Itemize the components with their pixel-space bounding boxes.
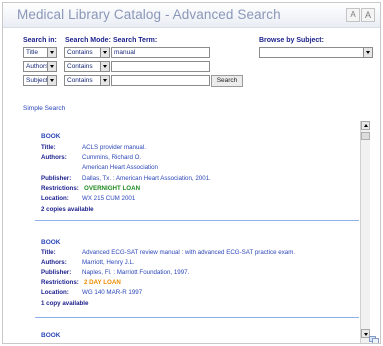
record-restriction: OVERNIGHT LOAN	[84, 185, 141, 192]
record-publisher: Dallas, Tx. : American Heart Association…	[82, 175, 211, 182]
increase-font-button[interactable]: A	[361, 8, 375, 22]
location-label: Location:	[41, 289, 69, 296]
record-divider	[35, 220, 359, 221]
search-mode-label: Search Mode:	[65, 37, 111, 44]
search-in-value-3: Subject	[26, 77, 48, 84]
search-term-input-1[interactable]: manual	[111, 47, 210, 58]
publisher-label: Publisher:	[41, 269, 72, 276]
record-author[interactable]: American Heart Association	[82, 164, 158, 171]
scrollbar-thumb[interactable]	[361, 132, 370, 140]
search-in-select-3[interactable]: Subject	[23, 75, 57, 86]
search-term-input-3[interactable]	[111, 75, 210, 86]
record-restriction: 2 DAY LOAN	[84, 279, 121, 286]
results-list: BOOK Title: ACLS provider manual. Authors…	[19, 120, 359, 343]
simple-search-link[interactable]: Simple Search	[23, 105, 65, 112]
title-label: Title:	[41, 144, 56, 151]
location-label: Location:	[41, 195, 69, 202]
record-author[interactable]: Marriott, Henry J.L.	[82, 259, 135, 266]
title-label: Title:	[41, 249, 56, 256]
search-mode-select-1[interactable]: Contains	[64, 47, 110, 58]
chevron-down-icon	[47, 76, 56, 85]
publisher-label: Publisher:	[41, 175, 72, 182]
chevron-down-icon	[100, 76, 109, 85]
record-type: BOOK	[41, 133, 61, 140]
search-mode-select-2[interactable]: Contains	[64, 61, 110, 72]
search-in-value-1: Title	[26, 49, 39, 56]
record-availability: 2 copies available	[41, 206, 94, 213]
search-in-value-2: Authors	[26, 63, 49, 70]
browse-subject-label: Browse by Subject:	[259, 37, 324, 44]
search-button[interactable]: Search	[211, 75, 243, 87]
record-location: WG 140 MAR-R 1997	[82, 289, 143, 296]
search-term-label: Search Term:	[113, 37, 158, 44]
catalog-window: Medical Library Catalog - Advanced Searc…	[2, 2, 381, 344]
record-title[interactable]: Advanced ECG-SAT review manual : with ad…	[82, 249, 295, 256]
decrease-font-button[interactable]: A	[346, 8, 360, 22]
search-in-select-2[interactable]: Authors	[23, 61, 57, 72]
search-mode-value-2: Contains	[67, 63, 93, 70]
search-in-label: Search in:	[23, 37, 57, 44]
authors-label: Authors:	[41, 154, 67, 161]
network-status-icon	[369, 336, 379, 343]
title-bar: Medical Library Catalog - Advanced Searc…	[3, 3, 380, 28]
chevron-down-icon	[100, 62, 109, 71]
search-mode-value-1: Contains	[67, 49, 93, 56]
restrictions-label: Restrictions:	[41, 185, 79, 192]
record-type: BOOK	[41, 239, 61, 246]
record-publisher: Naples, Fl. : Marriott Foundation, 1997.	[82, 269, 190, 276]
search-term-input-2[interactable]	[111, 61, 210, 72]
chevron-down-icon	[47, 62, 56, 71]
record-divider	[35, 317, 359, 318]
restrictions-label: Restrictions:	[41, 279, 79, 286]
search-in-select-1[interactable]: Title	[23, 47, 57, 58]
authors-label: Authors:	[41, 259, 67, 266]
chevron-down-icon	[363, 48, 372, 57]
record-title[interactable]: ACLS provider manual.	[82, 144, 146, 151]
page-title: Medical Library Catalog - Advanced Searc…	[17, 7, 281, 22]
chevron-down-icon	[100, 48, 109, 57]
browse-subject-select[interactable]	[259, 47, 373, 58]
record-location: WX 215 CUM 2001	[82, 195, 136, 202]
search-mode-value-3: Contains	[67, 77, 93, 84]
results-scrollbar[interactable]	[360, 121, 370, 343]
search-mode-select-3[interactable]: Contains	[64, 75, 110, 86]
chevron-down-icon	[47, 48, 56, 57]
record-author[interactable]: Cummins, Richard O.	[82, 154, 141, 161]
scroll-up-arrow-icon[interactable]	[361, 121, 370, 130]
record-type: BOOK	[41, 332, 61, 339]
record-availability: 1 copy available	[41, 300, 89, 307]
